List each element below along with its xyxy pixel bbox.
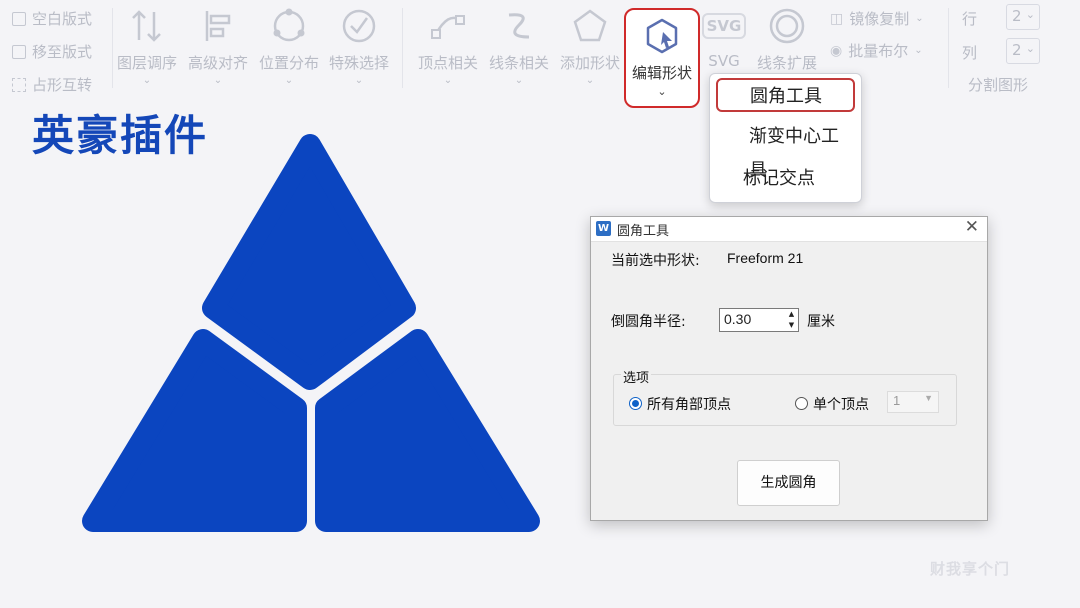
close-icon[interactable]: ✕ [965, 217, 979, 237]
dialog-titlebar[interactable]: W 圆角工具 ✕ [591, 217, 987, 242]
current-shape-label: 当前选中形状: [611, 253, 700, 269]
left-segment[interactable] [82, 329, 307, 532]
watermark: 财我享个门 [930, 560, 1011, 578]
all-vertices-label[interactable]: 所有角部顶点 [647, 394, 731, 414]
radio-single-vertex[interactable] [795, 397, 808, 410]
radius-label: 倒圆角半径: [611, 314, 686, 330]
app-logo-icon: W [596, 221, 611, 236]
dialog-title: 圆角工具 [617, 224, 670, 239]
chevron-down-icon: ▼ [924, 393, 933, 403]
radio-all-vertices[interactable] [629, 397, 642, 410]
current-shape-value: Freeform 21 [727, 250, 804, 266]
right-segment[interactable] [315, 329, 540, 532]
round-corner-dialog: W 圆角工具 ✕ 当前选中形状: Freeform 21 倒圆角半径: 0.30… [590, 216, 988, 521]
unit-label: 厘米 [807, 314, 835, 330]
spin-down-icon[interactable]: ▼ [785, 320, 798, 331]
generate-round-corner-button[interactable]: 生成圆角 [737, 460, 840, 506]
top-segment[interactable] [202, 134, 416, 390]
single-vertex-label[interactable]: 单个顶点 [813, 394, 869, 414]
radius-spinner[interactable]: ▲ ▼ [785, 309, 798, 331]
vertex-index-select[interactable]: 1 ▼ [887, 391, 939, 413]
spin-up-icon[interactable]: ▲ [785, 309, 798, 320]
options-legend: 选项 [621, 367, 652, 386]
